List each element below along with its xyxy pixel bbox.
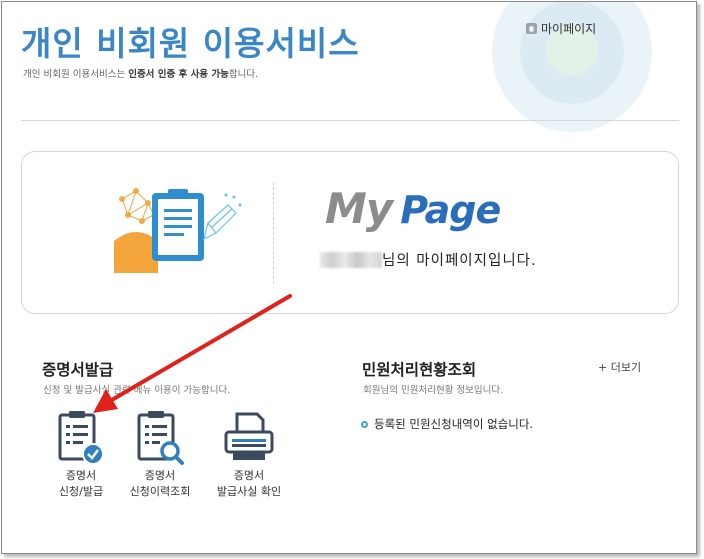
blurred-user-name bbox=[320, 251, 382, 268]
mypage-logo-page: Page bbox=[400, 188, 501, 232]
certificate-apply-button[interactable]: 증명서 신청/발급 bbox=[36, 410, 126, 500]
page-description: 개인 비회원 이용서비스는 인증서 인증 후 사용 가능합니다. bbox=[23, 69, 259, 80]
clipboard-illustration-icon bbox=[114, 188, 242, 273]
certificate-apply-line2: 신청/발급 bbox=[58, 485, 104, 498]
mypage-logo-my: My bbox=[325, 184, 393, 233]
bullet-icon bbox=[361, 420, 368, 428]
page-title: 개인 비회원 이용서비스 bbox=[21, 24, 360, 63]
certificate-verify-line1: 증명서 bbox=[233, 469, 265, 482]
certificate-history-line1: 증명서 bbox=[144, 469, 176, 482]
certificate-apply-line1: 증명서 bbox=[65, 469, 97, 482]
window-frame: 개인 비회원 이용서비스 개인 비회원 이용서비스는 인증서 인증 후 사용 가… bbox=[1, 1, 697, 554]
civil-status-section-desc: 회원님의 민원처리현황 정보입니다. bbox=[363, 385, 504, 396]
banner-dashed-divider bbox=[273, 182, 274, 284]
civil-status-section-title: 민원처리현황조회 bbox=[362, 361, 477, 379]
mypage-logo: My Page bbox=[325, 184, 501, 233]
civil-status-empty-item: 등록된 민원신청내역이 없습니다. bbox=[361, 416, 533, 432]
mypage-banner: My Page 님의 마이페이지입니다. bbox=[21, 151, 679, 314]
certificate-history-line2: 신청이력조회 bbox=[129, 485, 191, 498]
mypage-welcome-text: 님의 마이페이지입니다. bbox=[382, 253, 537, 269]
civil-status-empty-text: 등록된 민원신청내역이 없습니다. bbox=[374, 417, 534, 431]
document-check-icon bbox=[58, 411, 104, 465]
certificate-section-title: 증명서발급 bbox=[42, 361, 114, 379]
certificate-verify-button[interactable]: 증명서 발급사실 확인 bbox=[204, 410, 294, 500]
mypage-link-label: 마이페이지 bbox=[541, 22, 597, 36]
mypage-welcome: 님의 마이페이지입니다. bbox=[320, 249, 537, 270]
printer-icon bbox=[224, 412, 274, 460]
home-icon bbox=[526, 23, 537, 34]
certificate-section-desc: 신청 및 발급사실 관련 메뉴 이용이 가능합니다. bbox=[43, 385, 231, 396]
mypage-link[interactable]: 마이페이지 bbox=[526, 20, 596, 37]
header-divider bbox=[21, 120, 679, 121]
certificate-history-button[interactable]: 증명서 신청이력조회 bbox=[115, 410, 205, 500]
more-link[interactable]: + 더보기 bbox=[598, 359, 641, 375]
document-search-icon bbox=[137, 411, 184, 465]
certificate-verify-line2: 발급사실 확인 bbox=[216, 485, 282, 498]
